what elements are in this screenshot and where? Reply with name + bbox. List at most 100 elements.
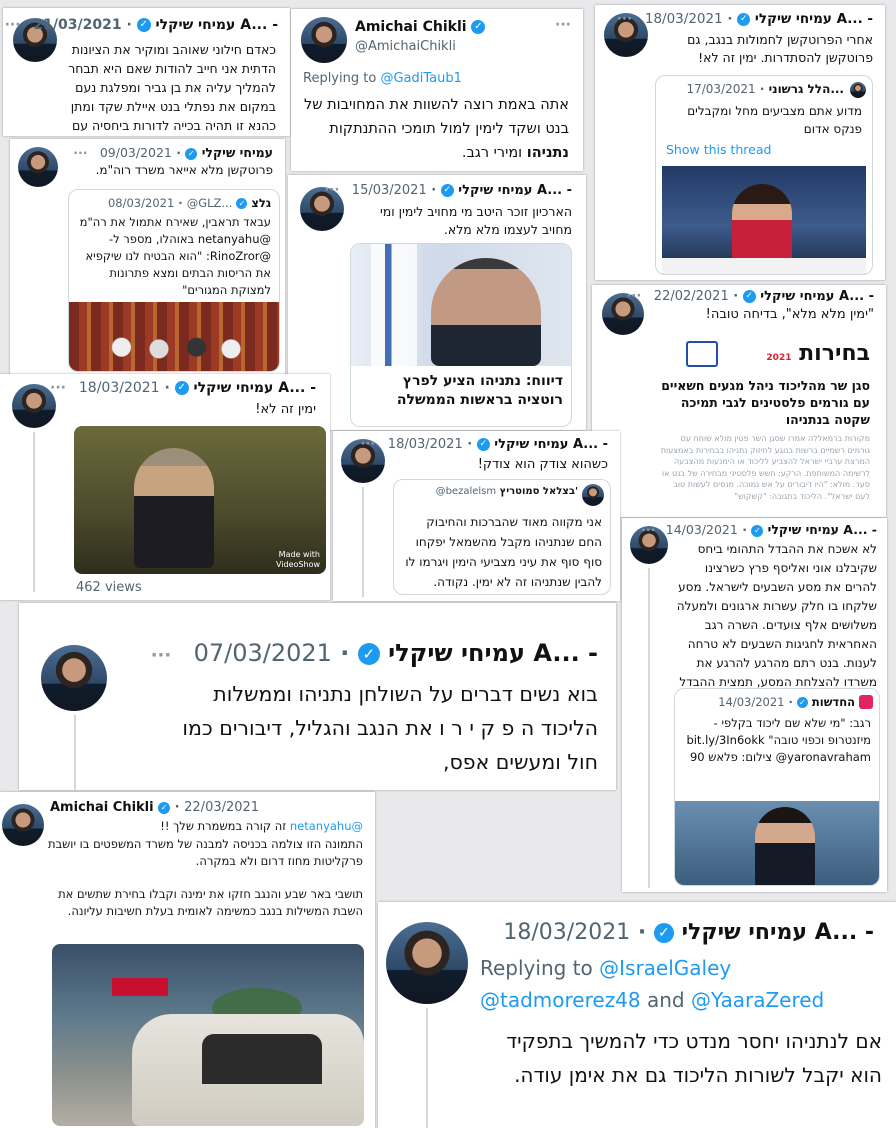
tweet-date[interactable]: 15/03/2021: [352, 183, 427, 198]
author-name[interactable]: עמיחי שיקלי: [202, 145, 273, 160]
quote-text: מדוע אתם מצביעים מחל ומקבלים פנקס אדום: [687, 104, 862, 136]
tweet-header: ··· 18/03/2021 · ✓ עמיחי שיקלי A... -: [617, 11, 873, 27]
tweet-card[interactable]: ··· 07/03/2021 · ✓ עמיחי שיקלי A... - בו…: [19, 603, 616, 790]
tweet-date[interactable]: 09/03/2021: [100, 145, 172, 160]
author-handle[interactable]: @AmichaiChikli: [355, 39, 456, 54]
verified-badge-icon: ✓: [236, 198, 248, 209]
video-thumbnail[interactable]: Made with VideoShow: [74, 426, 326, 574]
author-suffix: A... -: [278, 380, 316, 396]
tweet-card[interactable]: Amichai Chikli ✓ @AmichaiChikli ··· Repl…: [291, 9, 583, 171]
author-name[interactable]: עמיחי שיקלי: [755, 11, 832, 27]
tweet-card[interactable]: ··· 22/02/2021 · ✓ עמיחי שיקלי A... - "י…: [592, 285, 886, 517]
tweet-date[interactable]: 18/03/2021: [645, 11, 723, 27]
author-name-en[interactable]: Amichai Chikli ✓: [355, 19, 486, 35]
more-icon[interactable]: ···: [360, 437, 375, 452]
quote-date[interactable]: 08/03/2021: [108, 196, 174, 210]
tweet-header: ··· 07/03/2021 · ✓ עמיחי שיקלי A... -: [151, 639, 598, 667]
street-photo[interactable]: [52, 944, 364, 1126]
author-name[interactable]: עמיחי שיקלי: [760, 289, 834, 304]
author-name[interactable]: עמיחי שיקלי: [494, 437, 568, 452]
mention-link[interactable]: @netanyahu: [290, 819, 363, 833]
more-icon[interactable]: ···: [617, 11, 632, 27]
tweet-date[interactable]: 14/03/2021: [666, 522, 738, 537]
more-icon[interactable]: ···: [5, 17, 21, 33]
article-screenshot[interactable]: בחירות 2021 סגן שר מהליכוד ניהל מגעים חש…: [650, 331, 878, 515]
quoted-tweet[interactable]: @bezalelsm בצלאל סמוטריץ' אני מקווה מאוד…: [393, 479, 611, 595]
avatar[interactable]: [582, 484, 604, 506]
tweet-text: כאדם חילוני שאוהב ומוקיר את הציונות הדתי…: [68, 42, 276, 133]
quote-date[interactable]: 14/03/2021: [718, 695, 784, 709]
reply-handle[interactable]: @tadmorerez48: [480, 988, 641, 1012]
tweet-card[interactable]: ··· 14/03/2021 · ✓ עמיחי שיקלי A... - לא…: [622, 518, 887, 892]
tweet-card[interactable]: 18/03/2021 · ✓ עמיחי שיקלי A... - Replyi…: [378, 902, 896, 1128]
minister-photo[interactable]: [675, 801, 879, 885]
tweet-text: אתה באמת רוצה להשוות את המחויבות של בנט …: [303, 97, 569, 161]
tweet-text: ימין זה לא!: [255, 402, 316, 417]
avatar[interactable]: [386, 922, 468, 1004]
reply-handle[interactable]: @IsraelGaley: [599, 956, 731, 980]
link-card-title[interactable]: דיווח: נתניהו הציע לפרץ רוטציה בראשות המ…: [359, 372, 563, 410]
tweet-text: אחרי הפרוטקשן לחמולות בנגב, גם פרוטקשן ל…: [687, 32, 873, 65]
author-name[interactable]: עמיחי שיקלי: [768, 522, 839, 537]
dot-separator: ·: [637, 920, 647, 945]
author-name[interactable]: עמיחי שיקלי: [458, 183, 532, 198]
quoted-tweet[interactable]: 08/03/2021 · @GLZ... ✓ גלצ עבאד תראבין, …: [68, 189, 280, 372]
video-subject: [134, 448, 214, 568]
quote-handle[interactable]: @bezalelsm: [436, 486, 497, 497]
avatar[interactable]: [18, 147, 58, 187]
tweet-date[interactable]: 21/03/2021: [33, 17, 121, 33]
quote-handle[interactable]: @GLZ...: [187, 196, 233, 210]
tweet-date[interactable]: 18/03/2021: [79, 380, 160, 396]
quote-author[interactable]: גלצ: [251, 196, 271, 210]
more-icon[interactable]: ···: [626, 289, 641, 304]
more-icon[interactable]: ···: [151, 645, 172, 666]
tweet-date[interactable]: 07/03/2021: [194, 639, 332, 667]
avatar[interactable]: [301, 17, 347, 63]
quote-date[interactable]: 17/03/2021: [686, 82, 755, 96]
author-name[interactable]: Amichai Chikli: [50, 800, 154, 815]
person-figure: [431, 258, 541, 366]
tweet-card[interactable]: ··· 21/03/2021 · ✓ עמיחי שיקלי A... - כא…: [3, 8, 290, 136]
quote-author[interactable]: הלל גרשוני...: [769, 82, 844, 96]
politician-photo[interactable]: [351, 244, 571, 366]
dot-separator: ·: [788, 695, 793, 709]
author-name[interactable]: Amichai Chikli: [355, 19, 467, 35]
tweet-card[interactable]: ··· 09/03/2021 · ✓ עמיחי שיקלי פרוטקשן מ…: [10, 139, 285, 375]
tweet-text: פרוטקשן מלא אייאר משרד רוה"מ.: [95, 163, 273, 177]
author-name[interactable]: עמיחי שיקלי: [194, 380, 274, 396]
avatar[interactable]: [850, 82, 866, 98]
quote-author[interactable]: החדשות: [812, 695, 855, 709]
avatar[interactable]: [41, 645, 107, 711]
tweet-date[interactable]: 18/03/2021: [503, 920, 630, 945]
author-suffix: A... -: [536, 183, 572, 198]
more-icon[interactable]: ···: [641, 522, 655, 537]
quote-author[interactable]: בצלאל סמוטריץ': [500, 486, 578, 497]
tweet-date[interactable]: 22/02/2021: [654, 289, 729, 304]
link-card[interactable]: דיווח: נתניהו הציע לפרץ רוטציה בראשות המ…: [350, 243, 572, 427]
quoted-tweet[interactable]: 14/03/2021 · ✓ החדשות רגב: "מי שלא שם לי…: [674, 688, 880, 886]
more-icon[interactable]: ···: [73, 145, 87, 160]
quoted-tweet[interactable]: 17/03/2021 · הלל גרשוני... מדוע אתם מצבי…: [655, 75, 873, 275]
tweet-card[interactable]: ··· 18/03/2021 · ✓ עמיחי שיקלי A... - כש…: [333, 431, 620, 601]
author-suffix: A... -: [814, 920, 874, 945]
tweet-date[interactable]: 18/03/2021: [388, 437, 463, 452]
tweet-card[interactable]: ··· 18/03/2021 · ✓ עמיחי שיקלי A... - אח…: [595, 5, 885, 280]
tweet-card[interactable]: ··· 18/03/2021 · ✓ עמיחי שיקלי A... - ימ…: [0, 374, 330, 600]
more-icon[interactable]: ···: [555, 17, 571, 33]
news-anchor-image[interactable]: [662, 166, 866, 274]
tweet-card[interactable]: ··· 15/03/2021 · ✓ עמיחי שיקלי A... - הא…: [288, 175, 586, 430]
show-thread-link[interactable]: Show this thread: [666, 142, 771, 157]
more-icon[interactable]: ···: [324, 183, 339, 198]
reply-handle[interactable]: @YaaraZered: [691, 988, 824, 1012]
author-name[interactable]: עמיחי שיקלי: [388, 639, 525, 667]
author-name[interactable]: עמיחי שיקלי: [682, 920, 807, 945]
author-name[interactable]: עמיחי שיקלי: [156, 17, 236, 33]
article-headline: סגן שר מהליכוד ניהל מגעים חשאיים עם גורמ…: [661, 378, 870, 427]
reply-handle[interactable]: @GadiTaub1: [380, 71, 461, 86]
tent-meeting-image[interactable]: [69, 302, 279, 371]
tweet-date[interactable]: 22/03/2021: [184, 800, 259, 815]
more-icon[interactable]: ···: [50, 380, 66, 396]
replying-to: Replying to @IsraelGaley: [480, 956, 732, 980]
tweet-card[interactable]: Amichai Chikli ✓ · 22/03/2021 @netanyahu…: [0, 792, 375, 1128]
dot-separator: ·: [431, 183, 437, 198]
